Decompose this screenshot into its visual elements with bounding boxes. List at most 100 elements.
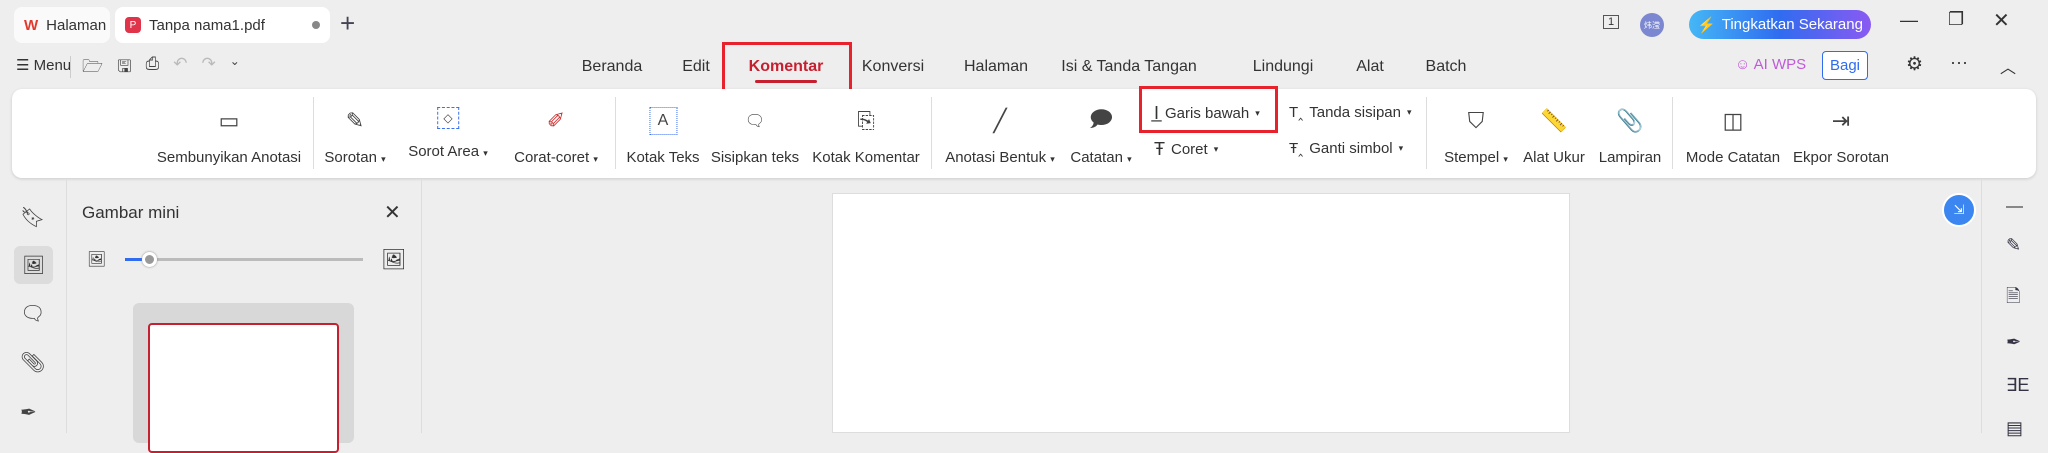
divider xyxy=(421,180,422,433)
convert-to-word-button[interactable]: ⇲ xyxy=(1942,193,1976,227)
lightning-icon: ⚡ xyxy=(1697,16,1716,34)
comment-box-icon: ⎘ xyxy=(857,108,875,133)
thumbnail-page xyxy=(148,323,339,453)
hide-annotation-icon: ▭ xyxy=(218,108,240,133)
attachment-button[interactable]: 📎 Lampiran xyxy=(1599,107,1662,166)
nav-beranda[interactable]: Beranda xyxy=(582,58,643,76)
thumbnail-size-slider[interactable] xyxy=(125,252,363,267)
divider xyxy=(615,97,616,169)
edit-icon[interactable]: ✎ xyxy=(2006,235,2021,256)
minimize-rail-icon[interactable] xyxy=(2006,206,2023,208)
export-file-icon[interactable]: 🗎 xyxy=(2006,284,2020,314)
nav-edit[interactable]: Edit xyxy=(682,58,710,76)
share-button[interactable]: Bagi xyxy=(1822,51,1868,80)
nav-batch[interactable]: Batch xyxy=(1426,58,1467,76)
save-icon[interactable]: 🖫 xyxy=(117,54,131,83)
chevron-down-icon[interactable]: ⌄ xyxy=(230,54,240,83)
document-page[interactable] xyxy=(832,193,1570,433)
insert-caret-button[interactable]: T‸ Tanda sisipan ▾ xyxy=(1289,103,1412,122)
thumbnails-button[interactable]: 🖼︎ xyxy=(14,246,53,284)
ai-wps-button[interactable]: ☺ AI WPS xyxy=(1735,56,1806,73)
caret-icon: T‸ xyxy=(1289,104,1304,121)
minimize-button[interactable]: — xyxy=(1900,10,1918,31)
note-mode-icon: ◫ xyxy=(1722,108,1744,133)
paperclip-icon: 📎 xyxy=(1616,108,1644,133)
divider xyxy=(1426,97,1427,169)
strikethrough-icon: Ŧ xyxy=(1154,139,1165,159)
divider xyxy=(313,97,314,169)
ribbon: ▭ Sembunyikan Anotasi ✎ Sorotan ▾ ◇ Sorot A… xyxy=(12,89,2036,178)
settings-icon[interactable]: ⚙ xyxy=(1906,53,1923,76)
attachment-icon[interactable]: 📎︎ xyxy=(20,350,45,375)
small-thumbnail-icon: 🖼︎ xyxy=(87,251,107,268)
nav-lindungi[interactable]: Lindungi xyxy=(1253,58,1314,76)
compare-icon[interactable]: ∃E xyxy=(2006,375,2029,396)
close-window-button[interactable]: ✕ xyxy=(1993,8,2010,33)
close-panel-icon[interactable]: ✕ xyxy=(384,200,401,225)
nav-isi-tanda-tangan[interactable]: Isi & Tanda Tangan xyxy=(1061,58,1197,76)
export-highlights-button[interactable]: ⇥ Ekpor Sorotan xyxy=(1793,107,1889,166)
area-highlight-button[interactable]: ◇ Sorot Area ▾ xyxy=(408,107,488,160)
divider xyxy=(70,56,71,78)
highlighter-icon: ✎ xyxy=(345,108,365,133)
highlight-box xyxy=(1139,86,1278,133)
comment-box-button[interactable]: ⎘ Kotak Komentar xyxy=(812,107,920,166)
tab-document[interactable]: P Tanpa nama1.pdf xyxy=(115,7,330,43)
divider xyxy=(931,97,932,169)
signature-icon[interactable]: ✒︎ xyxy=(20,400,37,425)
upgrade-button[interactable]: ⚡ Tingkatkan Sekarang xyxy=(1689,10,1871,39)
highlight-button[interactable]: ✎ Sorotan ▾ xyxy=(324,107,385,166)
replace-icon: Ŧ‸ xyxy=(1289,140,1304,157)
divider xyxy=(66,180,67,433)
new-tab-button[interactable]: + xyxy=(340,8,355,39)
note-button[interactable]: 🗩 Catatan ▾ xyxy=(1070,106,1131,166)
nav-alat[interactable]: Alat xyxy=(1356,58,1384,76)
slider-handle[interactable] xyxy=(141,252,157,267)
strikethrough-button[interactable]: Ŧ Coret ▾ xyxy=(1154,139,1218,160)
nav-konversi[interactable]: Konversi xyxy=(862,58,924,76)
tab-home[interactable]: W Halaman Muka xyxy=(14,7,110,43)
stamp-icon: ⛉ xyxy=(1467,108,1485,133)
note-icon: 🗩 xyxy=(1088,106,1114,131)
ai-icon: ☺ xyxy=(1735,56,1754,73)
avatar[interactable]: 炜滢 xyxy=(1640,13,1664,37)
pencil-icon: ✐ xyxy=(546,108,566,133)
large-thumbnail-icon: 🖼︎ xyxy=(381,249,407,271)
undo-icon[interactable]: ↶ xyxy=(173,54,187,83)
measure-button[interactable]: 📏 Alat Ukur xyxy=(1523,107,1585,166)
scribble-button[interactable]: ✐ Corat-coret ▾ xyxy=(514,107,598,166)
replace-symbol-button[interactable]: Ŧ‸ Ganti simbol ▾ xyxy=(1289,139,1403,158)
text-box-button[interactable]: A Kotak Teks xyxy=(626,107,700,166)
sign-pen-icon[interactable]: ✒ xyxy=(2006,332,2021,353)
text-box-icon: A xyxy=(648,107,677,135)
pdf-icon: P xyxy=(125,17,141,33)
restore-button[interactable]: ❐ xyxy=(1948,9,1964,30)
convert-icon: ⇲ xyxy=(1953,202,1965,217)
print-icon[interactable]: ⎙ xyxy=(146,54,160,83)
open-icon[interactable]: 🗁 xyxy=(82,54,103,83)
shape-annotation-button[interactable]: ╱ Anotasi Bentuk ▾ xyxy=(945,107,1055,166)
area-highlight-icon: ◇ xyxy=(437,107,459,129)
panel-title: Gambar mini xyxy=(82,203,180,222)
comment-icon[interactable]: 🗨︎ xyxy=(20,301,45,326)
bookmark-icon[interactable]: 🔖︎ xyxy=(20,205,45,230)
insert-text-button[interactable]: 🗨 Sisipkan teks xyxy=(711,107,799,166)
menu-icon: ☰ xyxy=(16,57,34,74)
divider xyxy=(1981,180,1982,433)
page-thumbnail[interactable] xyxy=(133,303,354,453)
note-mode-button[interactable]: ◫ Mode Catatan xyxy=(1686,107,1780,166)
insert-text-icon: 🗨 xyxy=(744,113,766,130)
menu-button[interactable]: ☰ Menu xyxy=(16,56,71,74)
line-icon: ╱ xyxy=(993,108,1007,133)
stamp-button[interactable]: ⛉ Stempel ▾ xyxy=(1444,107,1508,166)
wps-logo-icon: W xyxy=(24,16,39,34)
scroll-icon[interactable]: ▤ xyxy=(2006,418,2023,439)
redo-icon[interactable]: ↷ xyxy=(201,54,215,83)
hide-annotations-button[interactable]: ▭ Sembunyikan Anotasi xyxy=(157,107,301,166)
more-icon[interactable]: ··· xyxy=(1950,52,1968,73)
unsaved-dot-icon xyxy=(312,21,320,29)
divider xyxy=(1672,97,1673,169)
collapse-ribbon-icon[interactable]: ︿ xyxy=(2000,54,2016,78)
nav-halaman[interactable]: Halaman xyxy=(964,58,1028,76)
ruler-icon: 📏 xyxy=(1540,108,1568,133)
